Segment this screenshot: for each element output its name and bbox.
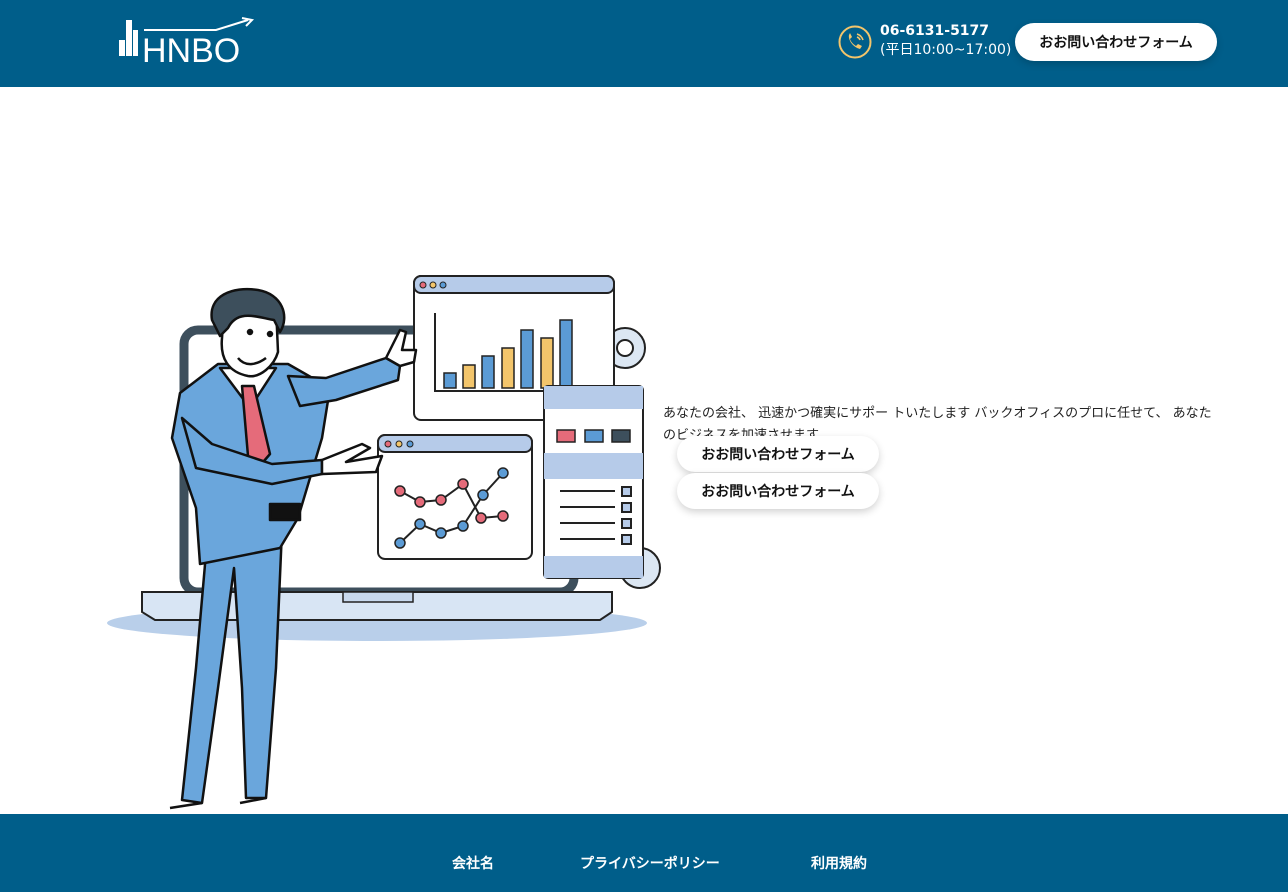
hero-illustration xyxy=(100,268,665,816)
svg-text:HNBO: HNBO xyxy=(142,32,240,68)
contact-form-button[interactable]: おお問い合わせフォーム xyxy=(1015,23,1217,61)
hero-contact-button-secondary[interactable]: おお問い合わせフォーム xyxy=(677,473,879,509)
hero-contact-button-primary[interactable]: おお問い合わせフォーム xyxy=(677,436,879,472)
phone-icon xyxy=(838,25,872,59)
footer-link-terms[interactable]: 利用規約 xyxy=(811,853,867,873)
phone-number[interactable]: 06-6131-5177 xyxy=(880,22,1011,40)
footer-link-company[interactable]: 会社名 xyxy=(452,853,494,873)
phone-contact: 06-6131-5177 (平日10:00~17:00) xyxy=(880,22,1011,60)
site-header: HNBO 06-6131-5177 (平日10:00~17:00) おお問い合わ… xyxy=(0,0,1288,87)
logo[interactable]: HNBO xyxy=(116,14,256,70)
site-footer: 会社名 プライバシーポリシー 利用規約 xyxy=(0,814,1288,892)
footer-link-privacy-policy[interactable]: プライバシーポリシー xyxy=(580,853,720,873)
logo-mark-icon: HNBO xyxy=(119,17,255,70)
phone-hours: (平日10:00~17:00) xyxy=(880,42,1012,58)
businessman-presenting-illustration xyxy=(107,275,661,810)
